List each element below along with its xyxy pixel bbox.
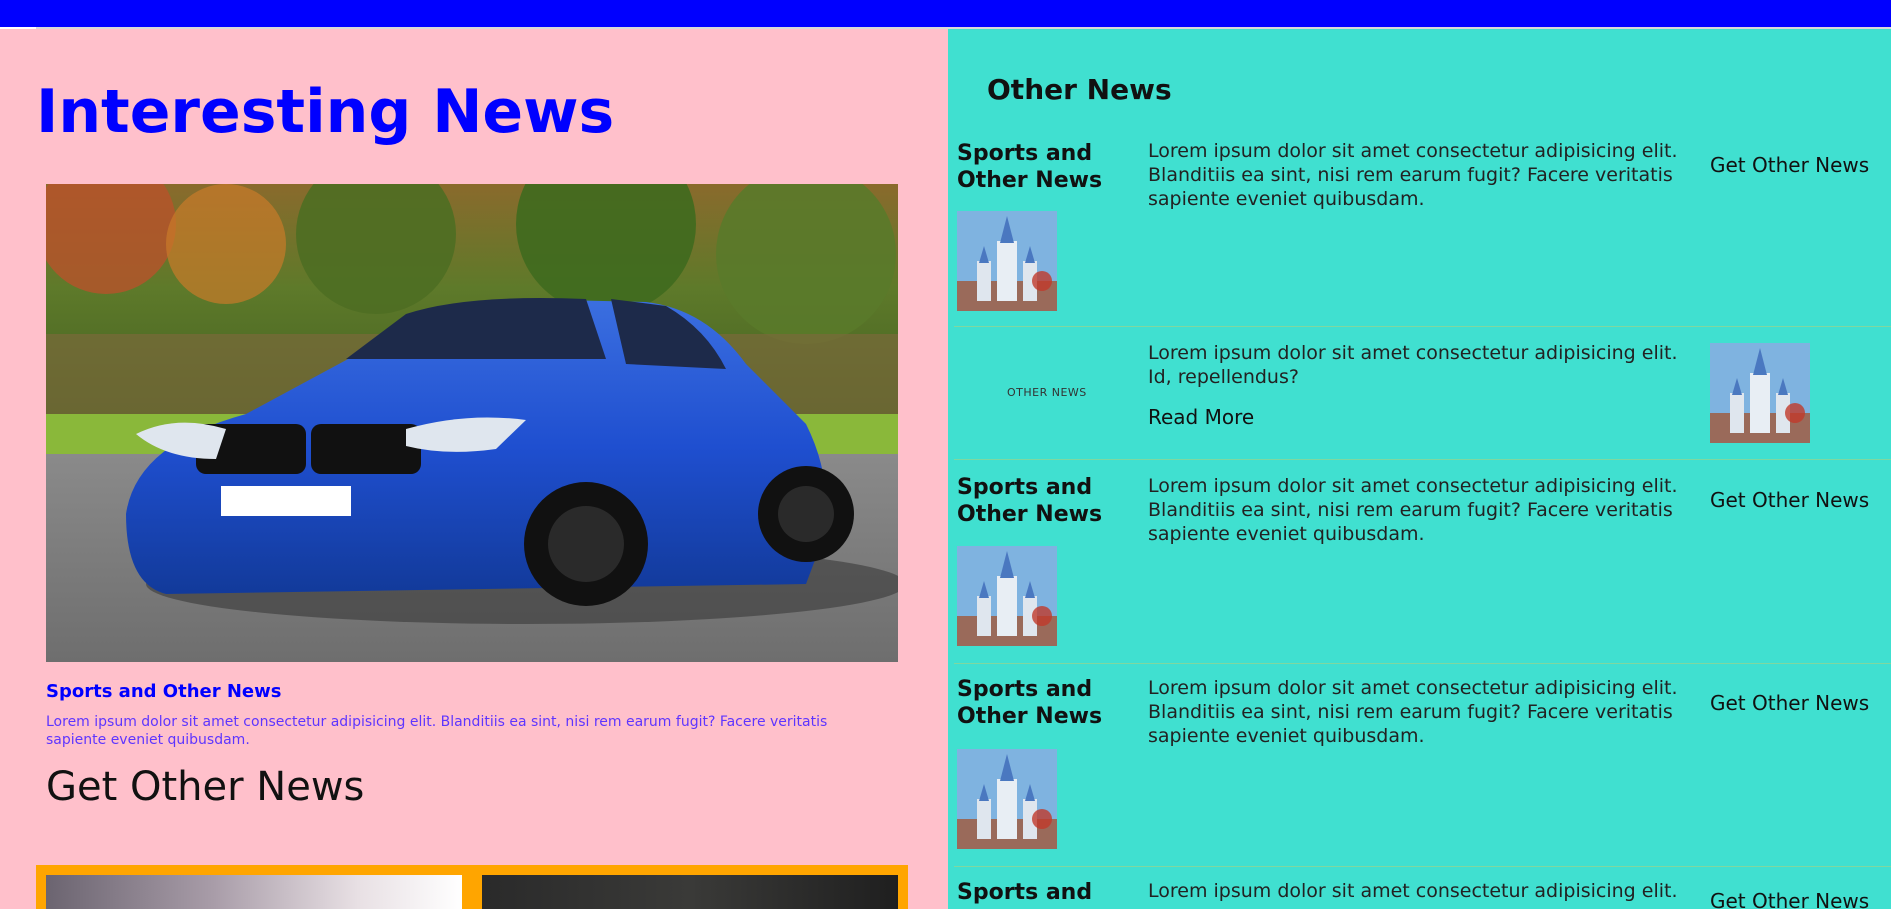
- other-news-section: Other News Sports and Other News Lorem i…: [948, 29, 1891, 909]
- news-row-heading: Sports and Other News: [957, 475, 1103, 527]
- news-row: Sports and Lorem ipsum dolor sit amet co…: [954, 867, 1891, 909]
- get-other-news-link[interactable]: Get Other News: [1710, 691, 1869, 715]
- read-more-link[interactable]: Read More: [1148, 405, 1254, 429]
- feature-heading[interactable]: Sports and Other News: [46, 681, 281, 702]
- news-row-label: OTHER NEWS: [1007, 386, 1087, 399]
- bottom-image-strip: [36, 865, 908, 909]
- get-other-news-link[interactable]: Get Other News: [1710, 488, 1869, 512]
- news-row-text: Lorem ipsum dolor sit amet consectetur a…: [1148, 880, 1678, 902]
- news-row-heading: Sports and Other News: [957, 141, 1103, 193]
- hero-car-image: [46, 184, 898, 662]
- news-row: Sports and Other News Lorem ipsum dolor …: [954, 664, 1891, 867]
- top-bar: [0, 0, 1891, 27]
- news-row: Sports and Other News Lorem ipsum dolor …: [954, 137, 1891, 327]
- news-row-heading: Sports and Other News: [957, 677, 1103, 729]
- news-row-text: Lorem ipsum dolor sit amet consectetur a…: [1148, 475, 1678, 545]
- news-row: OTHER NEWS Lorem ipsum dolor sit amet co…: [954, 327, 1891, 460]
- gallery-image-2[interactable]: [482, 875, 898, 909]
- news-row: Sports and Other News Lorem ipsum dolor …: [954, 460, 1891, 664]
- news-row-heading: Sports and: [957, 880, 1093, 905]
- gallery-image-1[interactable]: [46, 875, 462, 909]
- castle-thumbnail: [957, 749, 1057, 849]
- get-other-news-link[interactable]: Get Other News: [1710, 889, 1869, 909]
- get-other-news-link[interactable]: Get Other News: [1710, 153, 1869, 177]
- castle-thumbnail: [1710, 343, 1810, 443]
- castle-thumbnail: [957, 546, 1057, 646]
- news-row-text: Lorem ipsum dolor sit amet consectetur a…: [1148, 342, 1678, 388]
- page-title: Interesting News: [36, 77, 615, 147]
- feature-text: Lorem ipsum dolor sit amet consectetur a…: [46, 714, 828, 748]
- news-row-text: Lorem ipsum dolor sit amet consectetur a…: [1148, 140, 1678, 210]
- castle-thumbnail: [957, 211, 1057, 311]
- main-feature-section: Interesting News Sports and Other News L…: [0, 29, 948, 909]
- news-row-text: Lorem ipsum dolor sit amet consectetur a…: [1148, 677, 1678, 747]
- other-news-title: Other News: [987, 73, 1172, 106]
- get-other-news-heading[interactable]: Get Other News: [46, 764, 364, 810]
